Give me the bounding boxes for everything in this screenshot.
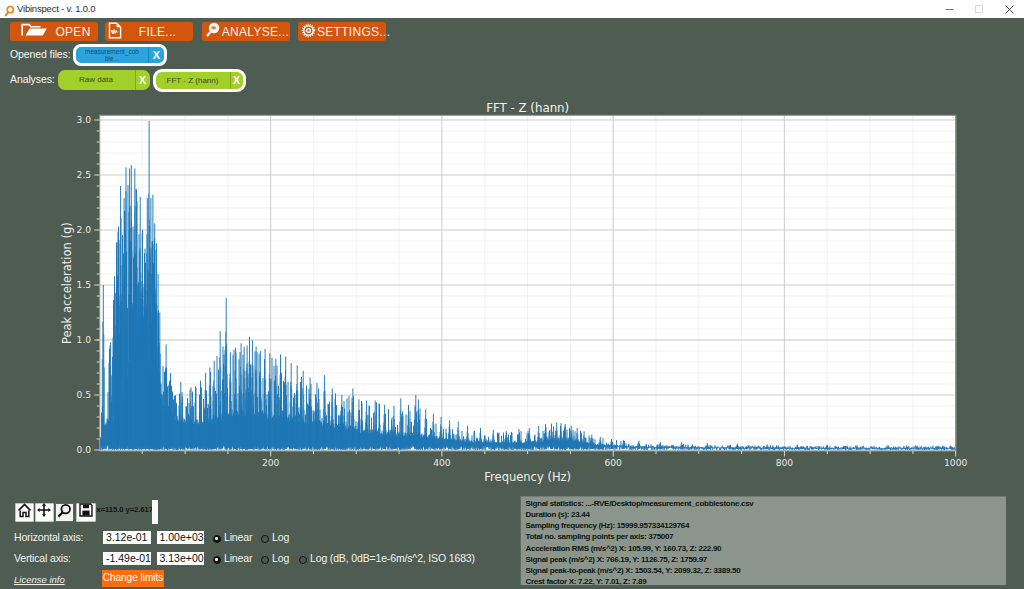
analysis-chip-fft[interactable]: FFT - Z (hann) X <box>153 69 246 93</box>
open-button[interactable]: OPEN <box>10 22 98 41</box>
analysis-chip-raw-data-close-button[interactable]: X <box>136 70 150 91</box>
pan-arrows-icon <box>36 502 52 522</box>
titlebar: Vibinspect - v. 1.0.0 <box>0 0 1024 18</box>
opened-file-chip-close-button[interactable]: X <box>149 47 164 63</box>
y-tick-label: 0.0 <box>77 444 92 455</box>
open-folder-icon <box>21 23 48 40</box>
vertical-logdb-radio-label: Log (dB, 0dB=1e-6m/s^2, ISO 1683) <box>310 552 475 564</box>
y-axis-label: Peak acceleration (g) <box>60 222 74 344</box>
vertical-log-radio[interactable] <box>261 556 269 564</box>
signal-statistics-panel: Signal statistics: ...-RVE/Desktop/measu… <box>520 496 1006 585</box>
vertical-min-input[interactable] <box>103 552 151 566</box>
y-tick-label: 1.5 <box>77 279 92 290</box>
opened-file-chip-label: measurement_cobble... <box>76 47 149 63</box>
zoom-magnifier-icon <box>57 503 72 522</box>
file-button-label: FILE... <box>122 25 193 39</box>
vertical-logdb-radio[interactable] <box>299 556 307 564</box>
save-floppy-icon <box>79 503 93 521</box>
y-tick-label: 2.5 <box>77 169 92 180</box>
app-logo-magnifier-icon <box>4 3 15 21</box>
home-icon <box>17 503 32 522</box>
vertical-linear-radio-label: Linear <box>224 552 252 564</box>
y-tick-label: 0.5 <box>77 389 92 400</box>
stats-line: Signal peak (m/s^2) X: 766.19, Y: 1126.7… <box>526 554 1006 565</box>
y-tick-label: 3.0 <box>77 114 92 125</box>
horizontal-max-input[interactable] <box>157 531 205 545</box>
settings-button[interactable]: SETTINGS... <box>298 22 386 41</box>
nav-home-button[interactable] <box>15 503 35 523</box>
nav-pan-button[interactable] <box>35 503 55 523</box>
stats-line: Total no. sampling points per axis: 3750… <box>526 531 1006 542</box>
signal-file-icon <box>108 22 122 42</box>
x-tick-label: 400 <box>433 457 451 468</box>
vertical-log-radio-label: Log <box>272 552 289 564</box>
horizontal-log-radio[interactable] <box>261 535 269 543</box>
y-tick-label: 1.0 <box>77 334 92 345</box>
minimize-button[interactable] <box>934 0 964 18</box>
cursor-coordinates: x=115.0 y=2.617 <box>97 505 153 514</box>
window-title: Vibinspect - v. 1.0.0 <box>17 0 95 18</box>
license-info-link[interactable]: License info <box>14 574 65 585</box>
analyse-button[interactable]: ANALYSE... <box>202 22 290 41</box>
analysis-chip-fft-close-button[interactable]: X <box>231 72 243 90</box>
horizontal-linear-radio-label: Linear <box>224 531 252 543</box>
nav-zoom-button[interactable] <box>55 503 75 523</box>
vertical-axis-label: Vertical axis: <box>14 552 71 564</box>
x-tick-label: 200 <box>262 457 280 468</box>
maximize-button[interactable] <box>964 0 994 18</box>
analyse-button-label: ANALYSE... <box>221 25 290 39</box>
stats-line: Sampling frequency (Hz): 15999.957334129… <box>526 520 1006 531</box>
gear-icon <box>300 22 317 42</box>
vertical-max-input[interactable] <box>157 552 205 566</box>
x-tick-label: 800 <box>776 457 794 468</box>
x-axis-label: Frequency (Hz) <box>484 470 571 484</box>
analysis-chip-raw-data[interactable]: Raw data X <box>58 70 150 91</box>
horizontal-min-input[interactable] <box>103 531 151 545</box>
minor-gridlines <box>100 115 956 451</box>
x-tick-label: 600 <box>604 457 622 468</box>
nav-save-button[interactable] <box>76 503 96 523</box>
analyses-label: Analyses: <box>10 73 55 85</box>
file-button[interactable]: FILE... <box>105 22 193 41</box>
analyse-magnifier-icon <box>205 22 221 41</box>
stats-line: Acceleration RMS (m/s^2) X: 105.99, Y: 1… <box>526 543 1006 554</box>
y-tick-label: 2.0 <box>77 224 92 235</box>
settings-button-label: SETTINGS... <box>317 25 390 39</box>
analysis-chip-raw-data-label: Raw data <box>58 70 136 91</box>
horizontal-log-radio-label: Log <box>272 531 289 543</box>
fft-chart[interactable]: 200 400 600 800 1000 0.0 0.5 1.0 1.5 2.0 2.5 3.0 FFT… <box>0 90 1024 490</box>
vertical-linear-radio[interactable] <box>213 556 221 564</box>
stats-line: Signal peak-to-peak (m/s^2) X: 1503.54, … <box>526 565 1006 576</box>
analysis-chip-fft-label: FFT - Z (hann) <box>156 72 231 90</box>
chart-title: FFT - Z (hann) <box>486 101 569 115</box>
horizontal-linear-radio[interactable] <box>213 535 221 543</box>
change-limits-button[interactable]: Change limits <box>102 570 164 587</box>
open-button-label: OPEN <box>48 25 98 39</box>
stats-line: Crest factor X: 7.22, Y: 7.01, Z: 7.89 <box>526 576 1006 585</box>
stats-line: Signal statistics: ...-RVE/Desktop/measu… <box>526 498 1006 509</box>
opened-files-label: Opened files: <box>10 48 71 60</box>
opened-file-chip[interactable]: measurement_cobble... X <box>73 44 167 66</box>
close-button[interactable] <box>994 0 1024 18</box>
stats-line: Duration (s): 23.44 <box>526 509 1006 520</box>
toolbar-message-area <box>152 500 159 524</box>
horizontal-axis-label: Horizontal axis: <box>14 531 83 543</box>
x-tick-label: 1000 <box>944 457 968 468</box>
